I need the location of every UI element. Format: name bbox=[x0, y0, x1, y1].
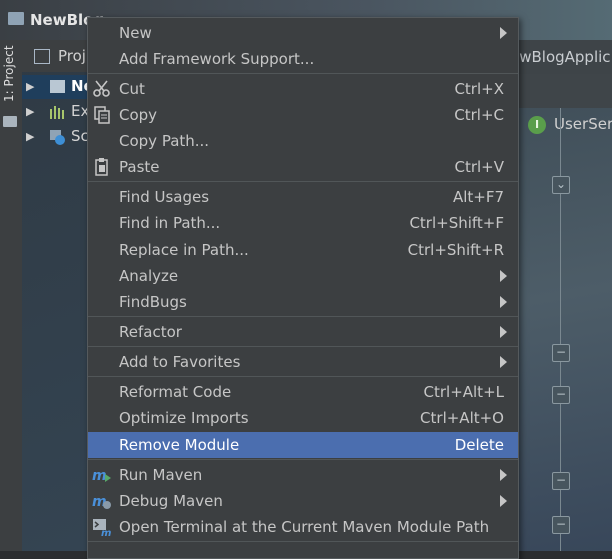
menu-item-label: Open Terminal at the Current Maven Modul… bbox=[119, 518, 490, 536]
menu-item-shortcut: Ctrl+Alt+L bbox=[423, 383, 505, 401]
clipboard-icon bbox=[92, 158, 112, 176]
menu-item-label: Debug Maven bbox=[119, 492, 223, 510]
submenu-arrow-icon bbox=[500, 27, 507, 39]
submenu-arrow-icon bbox=[500, 270, 507, 282]
menu-item-label: Find Usages bbox=[119, 188, 210, 206]
menu-item-find-in-path[interactable]: Find in Path... Ctrl+Shift+F bbox=[88, 210, 518, 236]
menu-item-cut[interactable]: Cut Ctrl+X bbox=[88, 76, 518, 102]
menu-separator bbox=[88, 73, 518, 74]
menu-item-open-terminal[interactable]: m Open Terminal at the Current Maven Mod… bbox=[88, 514, 518, 540]
menu-item-label: Add Framework Support... bbox=[119, 50, 315, 68]
menu-separator bbox=[88, 316, 518, 317]
project-folder-icon bbox=[8, 12, 24, 25]
menu-item-label: Optimize Imports bbox=[119, 409, 249, 427]
fold-marker-icon[interactable]: − bbox=[552, 344, 570, 362]
menu-item-copy-path[interactable]: Copy Path... bbox=[88, 128, 518, 154]
menu-item-label: Copy bbox=[119, 106, 158, 124]
interface-icon: I bbox=[528, 116, 546, 134]
menu-item-label: Replace in Path... bbox=[119, 241, 249, 259]
menu-item-shortcut: Ctrl+Shift+R bbox=[407, 241, 504, 259]
menu-item-label: Find in Path... bbox=[119, 214, 221, 232]
editor-tab-label: UserSer bbox=[554, 115, 612, 133]
tree-item-module[interactable]: ▶ Ne bbox=[22, 75, 94, 99]
menu-item-label: Paste bbox=[119, 158, 160, 176]
menu-item-paste[interactable]: Paste Ctrl+V bbox=[88, 154, 518, 180]
module-folder-icon bbox=[50, 80, 65, 93]
menu-item-label: Analyze bbox=[119, 267, 179, 285]
project-tool-window-button[interactable]: 1: Project bbox=[2, 45, 16, 102]
menu-item-run-maven[interactable]: m Run Maven bbox=[88, 462, 518, 488]
menu-item-findbugs[interactable]: FindBugs bbox=[88, 289, 518, 315]
project-view-icon bbox=[34, 49, 50, 64]
fold-marker-icon[interactable]: − bbox=[552, 472, 570, 490]
menu-item-copy[interactable]: Copy Ctrl+C bbox=[88, 102, 518, 128]
submenu-arrow-icon bbox=[500, 495, 507, 507]
fold-marker-icon[interactable]: ⌄ bbox=[552, 176, 570, 194]
fold-marker-icon[interactable]: − bbox=[552, 516, 570, 534]
project-panel-header: Proj bbox=[22, 40, 88, 72]
menu-item-shortcut: Alt+F7 bbox=[452, 188, 504, 206]
menu-item-label: Reformat Code bbox=[119, 383, 232, 401]
menu-separator bbox=[88, 541, 518, 542]
scissors-icon bbox=[92, 80, 112, 98]
editor-tab-userservice[interactable]: I UserSer bbox=[516, 74, 612, 134]
menu-separator bbox=[88, 181, 518, 182]
menu-item-debug-maven[interactable]: m Debug Maven bbox=[88, 488, 518, 514]
menu-item-add-framework-support[interactable]: Add Framework Support... bbox=[88, 46, 518, 72]
menu-item-shortcut: Ctrl+X bbox=[454, 80, 504, 98]
menu-separator bbox=[88, 459, 518, 460]
terminal-icon: m bbox=[92, 518, 112, 539]
menu-item-label: FindBugs bbox=[119, 293, 187, 311]
menu-item-label: New bbox=[119, 24, 152, 42]
tree-item-scratches[interactable]: ▶ Sc bbox=[22, 125, 89, 149]
menu-item-analyze[interactable]: Analyze bbox=[88, 263, 518, 289]
project-view-selector[interactable]: Proj bbox=[58, 47, 86, 65]
menu-item-add-to-favorites[interactable]: Add to Favorites bbox=[88, 349, 518, 375]
expand-arrow-icon[interactable]: ▶ bbox=[26, 80, 34, 93]
menu-item-shortcut: Ctrl+C bbox=[454, 106, 504, 124]
menu-item-optimize-imports[interactable]: Optimize Imports Ctrl+Alt+O bbox=[88, 405, 518, 431]
menu-separator bbox=[88, 376, 518, 377]
submenu-arrow-icon bbox=[500, 469, 507, 481]
menu-item-label: Copy Path... bbox=[119, 132, 210, 150]
menu-item-refactor[interactable]: Refactor bbox=[88, 319, 518, 345]
menu-separator bbox=[88, 346, 518, 347]
menu-item-reformat-code[interactable]: Reformat Code Ctrl+Alt+L bbox=[88, 379, 518, 405]
editor-area: ewBlogApplic I UserSer ⌄ − − − − bbox=[510, 40, 612, 551]
left-tool-strip: 1: Project bbox=[0, 40, 23, 551]
fold-marker-icon[interactable]: − bbox=[552, 386, 570, 404]
svg-text:m: m bbox=[92, 468, 107, 484]
context-menu: New Add Framework Support... Cut Ctrl+X … bbox=[87, 17, 519, 559]
expand-arrow-icon[interactable]: ▶ bbox=[26, 105, 34, 118]
submenu-arrow-icon bbox=[500, 356, 507, 368]
submenu-arrow-icon bbox=[500, 326, 507, 338]
maven-run-icon: m bbox=[92, 466, 112, 484]
menu-item-shortcut: Ctrl+Shift+F bbox=[409, 214, 504, 232]
menu-item-shortcut: Delete bbox=[454, 436, 504, 454]
copy-icon bbox=[92, 106, 112, 124]
menu-item-shortcut: Ctrl+V bbox=[454, 158, 504, 176]
menu-item-label: Refactor bbox=[119, 323, 182, 341]
menu-item-replace-in-path[interactable]: Replace in Path... Ctrl+Shift+R bbox=[88, 237, 518, 263]
scratches-icon bbox=[50, 130, 65, 145]
tree-item-external-libraries[interactable]: ▶ Ex bbox=[22, 100, 89, 124]
editor-tab-application[interactable]: ewBlogApplic bbox=[510, 48, 611, 66]
editor-tab-bar: ewBlogApplic bbox=[510, 40, 612, 74]
menu-item-label: Remove Module bbox=[119, 436, 240, 454]
menu-item-label: Add to Favorites bbox=[119, 353, 241, 371]
svg-text:m: m bbox=[101, 528, 111, 536]
project-panel: Proj ▶ Ne ▶ Ex ▶ Sc bbox=[22, 40, 94, 551]
menu-item-label: Cut bbox=[119, 80, 145, 98]
folder-icon bbox=[3, 116, 17, 127]
menu-item-label: Run Maven bbox=[119, 466, 203, 484]
expand-arrow-icon[interactable]: ▶ bbox=[26, 130, 34, 143]
menu-item-new[interactable]: New bbox=[88, 20, 518, 46]
external-libraries-icon bbox=[50, 105, 65, 119]
maven-debug-icon: m bbox=[92, 492, 112, 510]
menu-item-find-usages[interactable]: Find Usages Alt+F7 bbox=[88, 184, 518, 210]
menu-item-remove-module[interactable]: Remove Module Delete bbox=[88, 432, 518, 458]
menu-item-shortcut: Ctrl+Alt+O bbox=[420, 409, 504, 427]
submenu-arrow-icon bbox=[500, 296, 507, 308]
